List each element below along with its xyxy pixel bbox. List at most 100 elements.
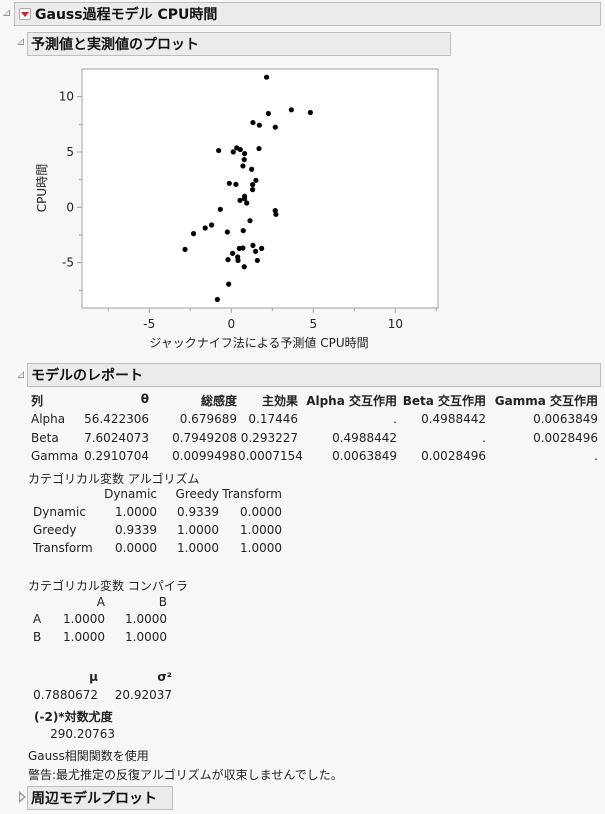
data-point[interactable] xyxy=(237,197,243,203)
table-title: カテゴリカル変数 アルゴリズム xyxy=(28,472,200,486)
col-header: 列 xyxy=(31,394,44,408)
data-point[interactable] xyxy=(202,225,208,231)
y-axis-label: CPU時間 xyxy=(35,164,49,212)
data-point[interactable] xyxy=(237,146,243,153)
data-point[interactable] xyxy=(249,166,255,172)
data-point[interactable] xyxy=(256,122,262,128)
data-point[interactable] xyxy=(241,264,247,270)
data-point[interactable] xyxy=(190,231,197,237)
data-point[interactable] xyxy=(214,296,220,303)
data-point[interactable] xyxy=(217,206,223,212)
cell: 1.0000 xyxy=(177,541,219,555)
mu-value: 0.7880672 xyxy=(33,688,98,702)
cell: 1.0000 xyxy=(63,612,105,626)
x-tick-label: 5 xyxy=(309,317,317,331)
cell: 0.0028496 xyxy=(421,449,486,463)
cell: 0.17446 xyxy=(248,412,298,426)
cell: Alpha xyxy=(31,412,66,426)
cell: 0.0000 xyxy=(240,505,282,519)
cell: Beta xyxy=(31,431,59,445)
col-header: Beta 交互作用 xyxy=(402,394,486,408)
data-point[interactable] xyxy=(225,257,231,263)
cell: 0.4988442 xyxy=(332,431,397,445)
data-point[interactable] xyxy=(240,228,246,234)
cell: 0.9339 xyxy=(177,505,219,519)
data-point[interactable] xyxy=(224,229,230,235)
report-section-header[interactable]: モデルのレポート xyxy=(27,363,601,387)
data-point[interactable] xyxy=(241,151,248,157)
cell: 0.7949208 xyxy=(172,431,237,445)
data-point[interactable] xyxy=(259,245,265,251)
cell: A xyxy=(33,612,42,626)
data-point[interactable] xyxy=(288,107,294,113)
cell: Gamma xyxy=(31,449,79,463)
y-tick-label: 0 xyxy=(66,200,74,214)
col-header: Gamma 交互作用 xyxy=(494,394,598,408)
cell: 0.0007154 xyxy=(238,449,303,463)
data-point[interactable] xyxy=(235,257,241,264)
marginal-section-header[interactable]: 周辺モデルプロット xyxy=(27,786,173,810)
cell: 1.0000 xyxy=(240,523,282,537)
data-point[interactable] xyxy=(240,163,246,169)
data-point[interactable] xyxy=(233,181,239,187)
data-point[interactable] xyxy=(250,187,256,193)
sigma2-value: 20.92037 xyxy=(114,688,172,702)
model-parameters: μ σ² 0.7880672 20.92037 xyxy=(0,668,320,708)
data-point[interactable] xyxy=(253,177,259,183)
col-header: Transform xyxy=(222,487,282,501)
col-header: θ xyxy=(140,392,149,406)
data-point[interactable] xyxy=(307,109,313,116)
col-header: Greedy xyxy=(175,487,219,501)
data-point[interactable] xyxy=(244,200,250,206)
categorical-compiler-table: カテゴリカル変数 コンパイラ A B A 1.0000 1.0000 B 1.0… xyxy=(0,575,320,650)
marginal-section-disclosure-icon[interactable] xyxy=(19,791,26,803)
actual-vs-predicted-plot: -5 0 5 10 10 5 0 -5 ジャックナイフ法による予測値 CPU時間 CPU時間 xyxy=(35,68,439,350)
cell: 1.0000 xyxy=(177,523,219,537)
data-point[interactable] xyxy=(216,147,222,154)
sigma2-label: σ² xyxy=(157,670,172,684)
data-point[interactable] xyxy=(256,145,262,152)
data-point[interactable] xyxy=(265,110,271,117)
cell: 0.679689 xyxy=(179,412,237,426)
cell: 0.0063849 xyxy=(533,412,598,426)
data-point[interactable] xyxy=(226,281,232,287)
cell: 1.0000 xyxy=(240,541,282,555)
y-tick-label: -5 xyxy=(62,256,74,270)
table-title: カテゴリカル変数 コンパイラ xyxy=(28,579,188,593)
parameter-table: 列 θ 総感度 主効果 Alpha 交互作用 Beta 交互作用 Gamma 交… xyxy=(0,390,605,465)
data-point[interactable] xyxy=(250,242,256,248)
data-point[interactable] xyxy=(252,248,259,254)
data-point[interactable] xyxy=(250,119,256,126)
data-point[interactable] xyxy=(241,157,247,163)
col-header: 総感度 xyxy=(200,394,237,408)
x-tick-label: 0 xyxy=(227,317,235,331)
data-point[interactable] xyxy=(250,182,256,188)
data-point[interactable] xyxy=(230,149,236,155)
plot-frame xyxy=(81,68,439,309)
data-point[interactable] xyxy=(273,211,279,217)
cell: 0.9339 xyxy=(115,523,157,537)
cell: 1.0000 xyxy=(125,630,167,644)
x-axis-label: ジャックナイフ法による予測値 CPU時間 xyxy=(149,335,368,350)
cell: 0.0099498 xyxy=(172,449,237,463)
x-tick-label: -5 xyxy=(143,317,155,331)
col-header: Alpha 交互作用 xyxy=(306,394,397,408)
cell: 0.2910704 xyxy=(84,449,149,463)
data-point[interactable] xyxy=(254,257,260,264)
correlation-note: Gauss相関関数を使用 xyxy=(28,749,149,763)
report-section-disclosure-icon[interactable] xyxy=(17,371,24,378)
data-point[interactable] xyxy=(226,180,232,186)
cell: 0.0063849 xyxy=(332,449,397,463)
cell: 0.0000 xyxy=(115,541,157,555)
data-point[interactable] xyxy=(182,246,188,252)
data-point[interactable] xyxy=(240,245,246,251)
cell: 0.4988442 xyxy=(421,412,486,426)
data-point[interactable] xyxy=(247,218,253,224)
data-point[interactable] xyxy=(272,124,278,130)
x-tick-label: 10 xyxy=(388,317,403,331)
data-point[interactable] xyxy=(263,74,270,80)
data-point[interactable] xyxy=(209,222,215,228)
cell: . xyxy=(482,431,486,445)
data-point[interactable] xyxy=(230,250,236,256)
convergence-warning: 警告:最尤推定の反復アルゴリズムが収束しませんでした。 xyxy=(28,768,343,782)
